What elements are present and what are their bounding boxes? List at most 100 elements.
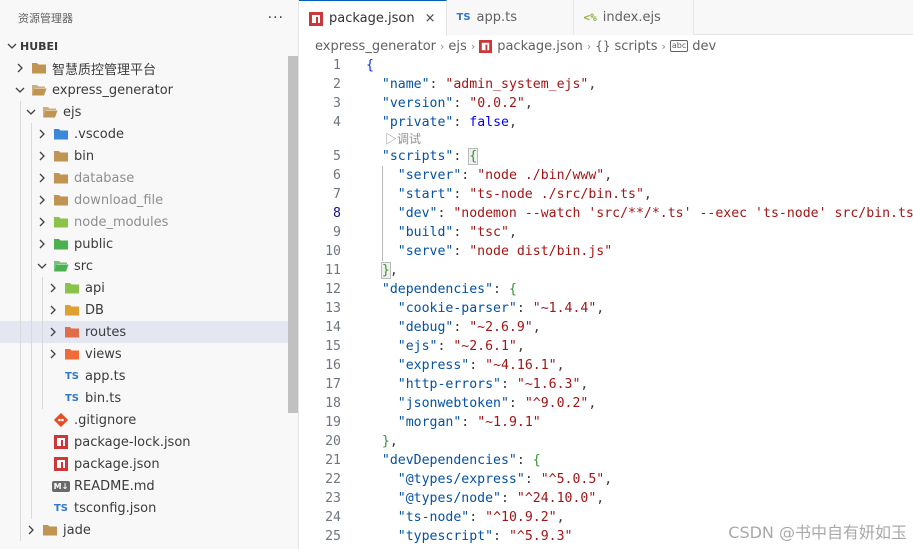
file-gitignore[interactable]: .gitignore	[0, 409, 298, 431]
tree-item-label: README.md	[74, 478, 155, 494]
breadcrumb-item[interactable]: package.json	[497, 39, 583, 54]
code-editor[interactable]: 1{2 "name": "admin_system_ejs", 3 "versio…	[299, 56, 913, 546]
chevron-right-icon: ›	[470, 39, 476, 53]
line-text: "dependencies": {	[366, 280, 517, 299]
code-line[interactable]: 11 },	[299, 261, 913, 280]
code-token: "debug"	[397, 320, 454, 335]
chevron-right-icon	[45, 280, 61, 296]
code-line[interactable]: 10 "serve": "node dist/bin.js"	[299, 242, 913, 261]
folder-[interactable]: 智慧质控管理平台	[0, 57, 298, 79]
line-number: 21	[325, 453, 341, 468]
close-icon[interactable]: ×	[425, 11, 436, 26]
file-bin-ts[interactable]: TS bin.ts	[0, 387, 298, 409]
folder-db[interactable]: DB	[0, 299, 298, 321]
indent-guide	[31, 277, 32, 299]
code-line[interactable]: 13 "cookie-parser": "~1.4.4",	[299, 299, 913, 318]
sidebar-scrollbar[interactable]	[288, 56, 298, 413]
code-line[interactable]: 17 "http-errors": "~1.6.3",	[299, 375, 913, 394]
line-number: 20	[325, 434, 341, 449]
code-line[interactable]: 6 "server": "node ./bin/www",	[299, 166, 913, 185]
code-line[interactable]: 5 "scripts": {	[299, 147, 913, 166]
line-text: "cookie-parser": "~1.4.4",	[366, 299, 604, 318]
code-line[interactable]: 3 "version": "0.0.2",	[299, 94, 913, 113]
code-token: :	[429, 77, 446, 92]
breadcrumb-item[interactable]: ejs	[448, 39, 466, 54]
line-number: 25	[325, 529, 341, 544]
code-token: ,	[516, 339, 525, 354]
workspace-section-header[interactable]: HUBEI	[0, 35, 298, 57]
code-line[interactable]: 19 "morgan": "~1.9.1"	[299, 413, 913, 432]
code-line[interactable]: 1{	[299, 56, 913, 75]
code-line[interactable]: 16 "express": "~4.16.1",	[299, 356, 913, 375]
breadcrumb-item[interactable]: dev	[692, 39, 716, 54]
code-token: "devDependencies"	[381, 453, 517, 468]
tab-label: package.json	[329, 11, 415, 26]
indent-guide	[20, 211, 21, 233]
folder-bin[interactable]: bin	[0, 145, 298, 167]
folder-jade[interactable]: jade	[0, 519, 298, 541]
tree-item-label: express_generator	[52, 82, 174, 98]
code-line[interactable]: 15 "ejs": "~2.6.1",	[299, 337, 913, 356]
code-line[interactable]: 20 },	[299, 432, 913, 451]
code-token: "^5.9.3"	[508, 529, 573, 544]
indent-guide	[42, 321, 43, 343]
code-line[interactable]: 4 "private": false,	[299, 113, 913, 132]
tree-item-label: tsconfig.json	[74, 500, 157, 516]
breadcrumb-item[interactable]: express_generator	[315, 39, 436, 54]
folder-express-generator[interactable]: express_generator	[0, 79, 298, 101]
code-line[interactable]: 22 "@types/express": "^5.0.5",	[299, 470, 913, 489]
file-package-json[interactable]: package.json	[0, 453, 298, 475]
code-line[interactable]: 23 "@types/node": "^24.10.0",	[299, 489, 913, 508]
file-app-ts[interactable]: TS app.ts	[0, 365, 298, 387]
chevron-right-icon	[34, 126, 50, 142]
folder-views[interactable]: views	[0, 343, 298, 365]
code-line[interactable]: 14 "debug": "~2.6.9",	[299, 318, 913, 337]
indent-guide	[20, 497, 21, 519]
folder-src[interactable]: src	[0, 255, 298, 277]
code-line[interactable]: 9 "build": "tsc",	[299, 223, 913, 242]
code-line[interactable]: 7 "start": "ts-node ./src/bin.ts",	[299, 185, 913, 204]
code-line[interactable]: 12 "dependencies": {	[299, 280, 913, 299]
tab-package-json[interactable]: package.json ×	[299, 0, 447, 36]
code-token: "server"	[397, 168, 462, 183]
line-text: "server": "node ./bin/www",	[366, 166, 612, 185]
folder-icon	[64, 302, 80, 318]
indent-guide	[20, 365, 21, 387]
file-tsconfig-json[interactable]: TS tsconfig.json	[0, 497, 298, 519]
folder-routes[interactable]: routes	[0, 321, 298, 343]
line-text: "typescript": "^5.9.3"	[366, 527, 573, 546]
object-icon: {}	[595, 39, 611, 53]
tab-index-ejs[interactable]: <% index.ejs	[573, 0, 694, 35]
tab-app-ts[interactable]: TS app.ts	[446, 0, 574, 35]
indent-guide	[31, 365, 32, 387]
folder-public[interactable]: public	[0, 233, 298, 255]
folder-ejs[interactable]: ejs	[0, 101, 298, 123]
breadcrumb-item[interactable]: scripts	[615, 39, 658, 54]
folder-database[interactable]: database	[0, 167, 298, 189]
line-text: },	[366, 261, 398, 280]
code-line[interactable]: 8 "dev": "nodemon --watch 'src/**/*.ts' …	[299, 204, 913, 223]
folder-icon	[53, 148, 69, 164]
code-token: "version"	[381, 96, 454, 111]
file-readme-md[interactable]: M↓ README.md	[0, 475, 298, 497]
more-actions-icon[interactable]: ···	[268, 10, 284, 26]
folder-node-modules[interactable]: node_modules	[0, 211, 298, 233]
folder-api[interactable]: api	[0, 277, 298, 299]
line-text: "http-errors": "~1.6.3",	[366, 375, 589, 394]
indent-guide	[20, 519, 21, 541]
file-package-lock-json[interactable]: package-lock.json	[0, 431, 298, 453]
debug-codelens[interactable]: ▷调试	[299, 132, 913, 147]
code-token: ,	[524, 96, 533, 111]
code-token: "tsc"	[469, 225, 509, 240]
folder-download-file[interactable]: download_file	[0, 189, 298, 211]
code-line[interactable]: 21 "devDependencies": {	[299, 451, 913, 470]
line-text: "serve": "node dist/bin.js"	[366, 242, 612, 261]
code-line[interactable]: 2 "name": "admin_system_ejs",	[299, 75, 913, 94]
indent-guide	[31, 255, 32, 277]
explorer-header: 资源管理器 ···	[0, 0, 298, 35]
code-line[interactable]: 18 "jsonwebtoken": "^9.0.2",	[299, 394, 913, 413]
folder-vscode[interactable]: .vscode	[0, 123, 298, 145]
tree-item-label: bin.ts	[85, 390, 122, 406]
